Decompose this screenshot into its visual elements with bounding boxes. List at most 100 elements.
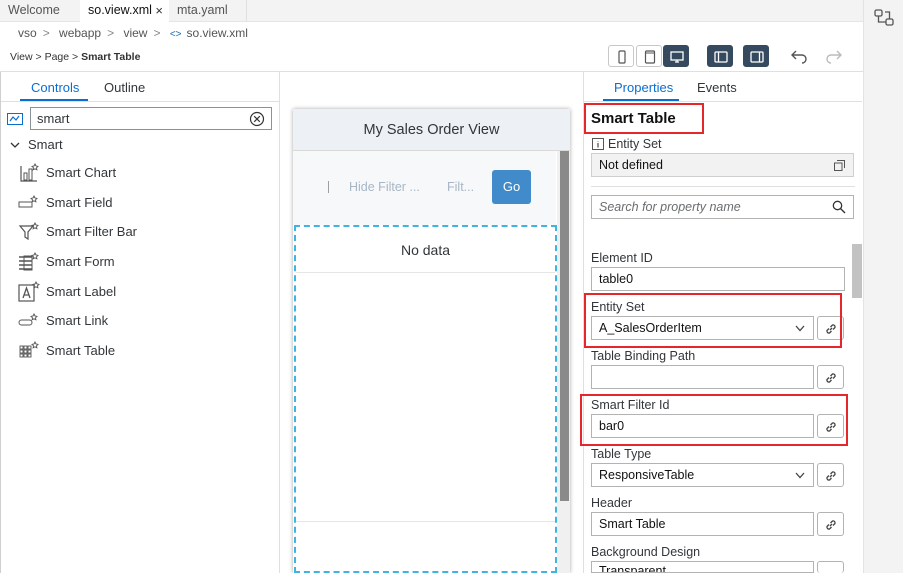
desktop-icon xyxy=(670,51,684,63)
tab-label: so.view.xml xyxy=(88,3,152,17)
table-binding-path-bind-button[interactable] xyxy=(817,365,844,389)
info-icon xyxy=(592,138,604,150)
page-title[interactable]: My Sales Order View xyxy=(293,109,570,151)
redo-icon[interactable] xyxy=(825,47,843,65)
xml-file-icon: <> xyxy=(169,29,182,40)
element-id-input[interactable]: table0 xyxy=(591,267,845,291)
library-icon xyxy=(7,113,23,125)
property-search-placeholder: Search for property name xyxy=(599,200,741,214)
highlight-box xyxy=(584,103,704,134)
breadcrumb-separator: > xyxy=(42,26,50,40)
hide-filter-link[interactable]: Hide Filter ... xyxy=(349,180,420,194)
tab-properties[interactable]: Properties xyxy=(614,80,673,95)
breadcrumb-item[interactable]: vso xyxy=(18,26,37,40)
breadcrumb-separator: > xyxy=(153,26,161,40)
smart-chart-icon xyxy=(20,162,39,182)
background-design-value: Transparent xyxy=(599,564,666,573)
control-path-item[interactable]: View xyxy=(10,51,33,63)
divider xyxy=(591,186,855,187)
element-id-label: Element ID xyxy=(591,251,653,265)
chevron-down-icon xyxy=(795,472,805,479)
group-label: Smart xyxy=(28,137,63,152)
smart-link-icon xyxy=(18,312,38,326)
header-label: Header xyxy=(591,496,632,510)
tab-mta-yaml[interactable]: mta.yaml xyxy=(169,0,247,22)
tab-outline[interactable]: Outline xyxy=(104,80,145,95)
smart-table[interactable]: No data xyxy=(294,225,557,573)
go-button[interactable]: Go xyxy=(492,170,531,204)
filters-link[interactable]: Filt... xyxy=(447,180,474,194)
properties-scrollbar[interactable] xyxy=(852,244,862,298)
entity-set-info-value: Not defined xyxy=(599,158,663,172)
hierarchy-icon[interactable] xyxy=(874,8,894,28)
breadcrumb-separator: > xyxy=(107,26,115,40)
controls-search-input[interactable]: smart xyxy=(30,107,272,130)
breadcrumb: vso > webapp > view > <> so.view.xml xyxy=(18,26,252,42)
tab-controls[interactable]: Controls xyxy=(31,80,79,95)
tab-welcome[interactable]: Welcome xyxy=(0,0,80,22)
search-icon[interactable] xyxy=(832,200,846,214)
entity-set-info-label: Entity Set xyxy=(608,137,662,151)
smart-table-icon xyxy=(19,340,39,358)
tab-events[interactable]: Events xyxy=(697,80,737,95)
control-path-item: Smart Table xyxy=(81,51,141,63)
smart-label-icon xyxy=(18,281,40,302)
toggle-right-panel-button[interactable] xyxy=(743,45,769,67)
close-icon[interactable]: × xyxy=(155,0,163,21)
canvas-scrollbar[interactable] xyxy=(557,151,570,573)
breadcrumb-item[interactable]: webapp xyxy=(59,26,101,40)
divider xyxy=(584,101,862,102)
smart-form-icon xyxy=(19,251,39,271)
table-type-value: ResponsiveTable xyxy=(599,468,695,482)
control-path: View > Page > Smart Table xyxy=(10,51,140,63)
table-type-bind-button[interactable] xyxy=(817,463,844,487)
breadcrumb-item[interactable]: so.view.xml xyxy=(187,26,248,40)
design-canvas: My Sales Order View Hide Filter ... Filt… xyxy=(293,109,570,573)
table-type-label: Table Type xyxy=(591,447,652,461)
control-group-smart[interactable]: Smart xyxy=(10,137,63,152)
divider xyxy=(279,72,280,573)
background-design-select[interactable]: Transparent xyxy=(591,561,814,573)
control-path-separator: > xyxy=(35,51,42,63)
control-item-label: Smart Filter Bar xyxy=(46,224,138,239)
control-item-label: Smart Field xyxy=(46,195,113,210)
background-design-bind-button[interactable] xyxy=(817,561,844,573)
highlight-box xyxy=(580,394,848,446)
link-icon xyxy=(826,471,836,481)
side-activity-bar xyxy=(863,0,903,573)
table-type-select[interactable]: ResponsiveTable xyxy=(591,463,814,487)
no-data-text: No data xyxy=(296,227,555,273)
desktop-view-button[interactable] xyxy=(663,45,689,67)
left-panel-icon xyxy=(714,51,728,63)
open-dialog-icon[interactable] xyxy=(834,160,845,171)
divider xyxy=(0,71,863,72)
control-item-label: Smart Link xyxy=(46,313,109,328)
smart-field-icon xyxy=(18,194,38,208)
tab-label: Welcome xyxy=(8,3,60,17)
table-binding-path-label: Table Binding Path xyxy=(591,349,696,363)
phone-icon xyxy=(618,50,626,64)
smart-filter-bar[interactable]: Hide Filter ... Filt... Go xyxy=(293,151,556,225)
phone-view-button[interactable] xyxy=(608,45,634,67)
breadcrumb-item[interactable]: view xyxy=(123,26,147,40)
toggle-left-panel-button[interactable] xyxy=(707,45,733,67)
table-binding-path-input[interactable] xyxy=(591,365,814,389)
link-icon xyxy=(826,373,836,383)
chevron-down-icon xyxy=(10,142,20,148)
control-item-label: Smart Label xyxy=(46,284,117,299)
right-panel-icon xyxy=(750,51,764,63)
control-path-separator: > xyxy=(72,51,79,63)
clear-icon[interactable] xyxy=(249,111,265,127)
smart-filter-bar-icon xyxy=(18,221,39,241)
property-search-input[interactable]: Search for property name xyxy=(591,195,854,219)
control-item-label: Smart Chart xyxy=(46,165,117,180)
divider xyxy=(328,181,329,193)
undo-icon[interactable] xyxy=(790,47,808,65)
tab-so-view-xml[interactable]: so.view.xml × xyxy=(80,0,169,23)
tablet-view-button[interactable] xyxy=(636,45,662,67)
app-window: Welcome so.view.xml × mta.yaml vso > webap… xyxy=(0,0,903,573)
header-input[interactable]: Smart Table xyxy=(591,512,814,536)
control-path-item[interactable]: Page xyxy=(45,51,70,63)
header-bind-button[interactable] xyxy=(817,512,844,536)
scrollbar-thumb[interactable] xyxy=(560,151,569,501)
